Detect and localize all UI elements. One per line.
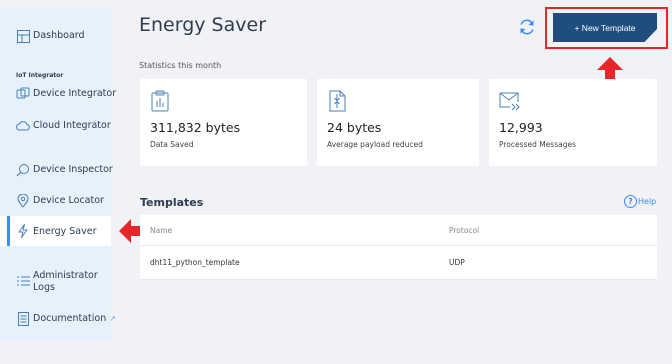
table-divider	[140, 279, 657, 280]
sidebar-item-energy-saver[interactable]: Energy Saver	[0, 216, 111, 246]
help-link[interactable]: ? Help	[624, 195, 656, 208]
stat-caption: Data Saved	[150, 140, 194, 149]
compress-file-icon	[329, 90, 346, 112]
templates-table	[140, 215, 657, 279]
sidebar-item-label: Device Integrator	[33, 88, 117, 99]
template-protocol-cell: UDP	[449, 258, 465, 267]
stat-value: 24 bytes	[327, 120, 382, 135]
stat-caption: Processed Messages	[499, 140, 576, 149]
cloud-icon	[16, 119, 30, 133]
external-link-icon: ↗	[109, 314, 116, 323]
sidebar: Dashboard IoT Integrator Device Integrat…	[0, 8, 116, 342]
stat-value: 311,832 bytes	[150, 120, 241, 135]
statistics-label: Statistics this month	[139, 61, 222, 70]
sidebar-item-label: Documentation	[33, 313, 107, 324]
stat-card-payload-reduced: 24 bytes Average payload reduced	[317, 79, 479, 166]
stat-value: 12,993	[499, 120, 543, 135]
sidebar-item-device-locator[interactable]: Device Locator	[0, 194, 111, 208]
stat-card-processed-messages: 12,993 Processed Messages	[489, 79, 657, 166]
refresh-icon[interactable]	[518, 18, 536, 36]
dashboard-icon	[16, 29, 30, 43]
sidebar-item-device-integrator[interactable]: Device Integrator	[0, 87, 116, 101]
document-icon	[16, 312, 30, 326]
sidebar-item-label-wrap: Documentation ↗	[33, 313, 116, 325]
sidebar-item-label-line2: Logs	[33, 282, 55, 293]
sidebar-item-label: Dashboard	[33, 30, 85, 41]
mail-forward-icon	[499, 92, 520, 111]
sidebar-item-administrator-logs[interactable]: Administrator Logs	[0, 268, 111, 294]
search-icon	[16, 163, 30, 177]
lightning-icon	[16, 224, 30, 238]
sidebar-item-dashboard[interactable]: Dashboard	[0, 29, 111, 43]
sidebar-item-label: Cloud Integrator	[33, 120, 111, 131]
sidebar-item-label: Energy Saver	[33, 226, 97, 237]
help-label: Help	[638, 197, 657, 206]
table-divider	[140, 245, 657, 246]
section-label-iot: IoT Integrator	[16, 72, 64, 79]
new-template-button[interactable]: + New Template	[553, 13, 657, 42]
templates-title: Templates	[140, 196, 204, 209]
list-icon	[16, 274, 30, 288]
stat-card-data-saved: 311,832 bytes Data Saved	[140, 79, 307, 166]
sidebar-item-label: Device Inspector	[33, 164, 113, 175]
page-title: Energy Saver	[139, 14, 267, 36]
sidebar-item-documentation[interactable]: Documentation ↗	[0, 312, 116, 326]
clipboard-chart-icon	[151, 90, 169, 112]
active-indicator	[7, 216, 10, 246]
help-icon: ?	[624, 195, 637, 208]
sidebar-item-device-inspector[interactable]: Device Inspector	[0, 163, 113, 177]
sidebar-item-cloud-integrator[interactable]: Cloud Integrator	[0, 119, 111, 133]
stat-caption: Average payload reduced	[327, 140, 423, 149]
sidebar-item-label: Administrator	[33, 270, 98, 281]
template-name-cell[interactable]: dht11_python_template	[150, 258, 240, 267]
sidebar-item-label: Device Locator	[33, 195, 104, 206]
location-pin-icon	[16, 194, 30, 208]
device-integrator-icon	[16, 87, 30, 101]
column-header-protocol[interactable]: Protocol	[449, 226, 479, 235]
column-header-name[interactable]: Name	[150, 226, 172, 235]
